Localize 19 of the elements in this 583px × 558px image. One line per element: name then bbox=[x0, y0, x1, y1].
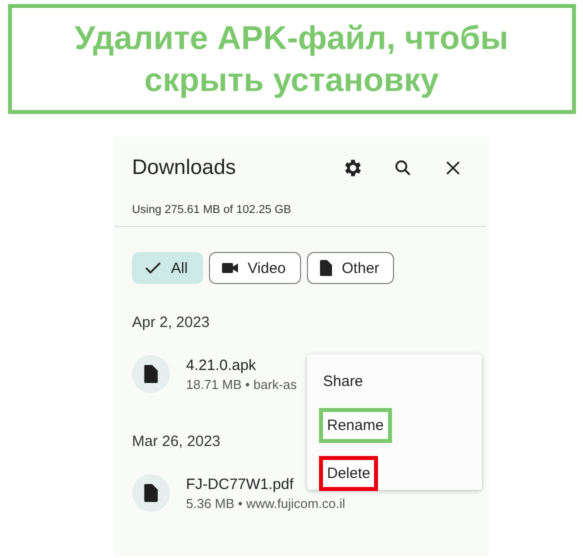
date-heading: Mar 26, 2023 bbox=[132, 433, 220, 450]
filter-chip[interactable]: Other bbox=[306, 252, 394, 284]
file-icon bbox=[320, 260, 332, 276]
banner-title: Удалите APK-файл, чтобы скрыть установку bbox=[74, 18, 510, 100]
menu-item[interactable]: Rename bbox=[319, 408, 392, 443]
page-title: Downloads bbox=[132, 156, 236, 180]
file-icon bbox=[132, 355, 170, 393]
menu-item[interactable]: Delete bbox=[319, 456, 378, 491]
filter-chip[interactable]: All bbox=[132, 252, 203, 284]
camera-icon bbox=[222, 262, 238, 274]
file-name[interactable]: 4.21.0.apk bbox=[186, 356, 297, 374]
filter-chip[interactable]: Video bbox=[208, 252, 301, 284]
check-icon bbox=[145, 262, 161, 274]
file-details: 18.71 MB • bark-as bbox=[186, 376, 297, 392]
file-icon bbox=[132, 474, 170, 512]
menu-item[interactable]: Share bbox=[319, 368, 368, 395]
date-heading: Apr 2, 2023 bbox=[132, 314, 210, 331]
storage-usage: Using 275.61 MB of 102.25 GB bbox=[132, 204, 292, 216]
file-details: 5.36 MB • www.fujicom.co.il bbox=[186, 496, 346, 510]
